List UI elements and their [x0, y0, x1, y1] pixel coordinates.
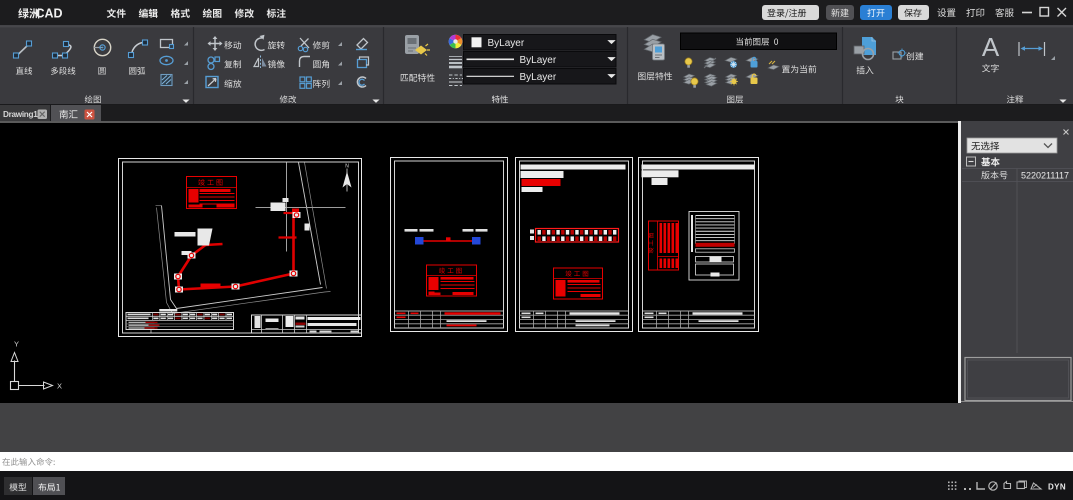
- svg-text:Y: Y: [14, 340, 19, 349]
- svg-text:ByLayer: ByLayer: [520, 55, 557, 66]
- svg-text:ByLayer: ByLayer: [488, 38, 525, 49]
- svg-text:Drawing1: Drawing1: [3, 110, 38, 119]
- svg-text:DYN: DYN: [1048, 483, 1066, 492]
- svg-text:X: X: [57, 382, 62, 391]
- svg-text:5220211117: 5220211117: [1021, 171, 1069, 181]
- svg-text:ByLayer: ByLayer: [520, 72, 557, 83]
- svg-text:A: A: [982, 32, 1000, 62]
- svg-text:CAD: CAD: [36, 7, 63, 21]
- svg-text:N: N: [345, 164, 349, 170]
